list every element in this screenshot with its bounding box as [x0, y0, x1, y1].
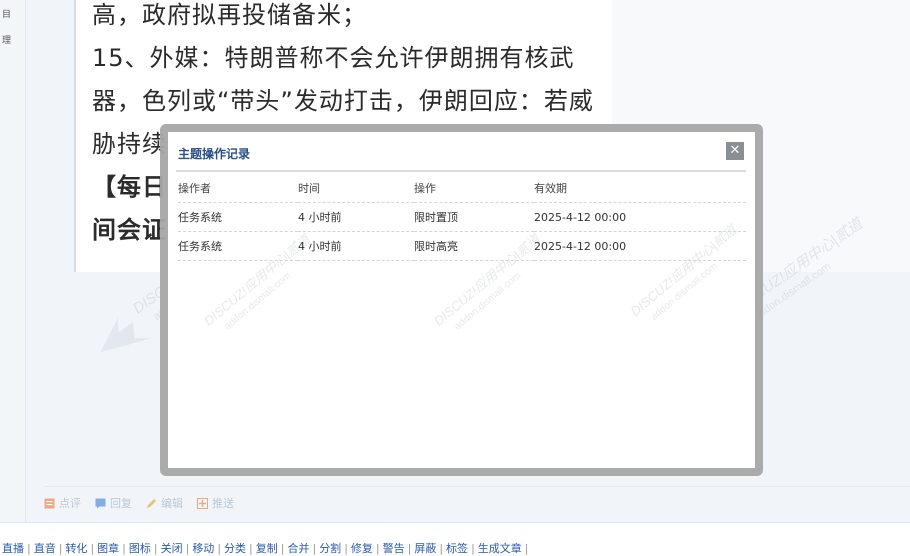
post-line: 器，色列或“带头”发动打击，伊朗回应：若威	[92, 87, 594, 115]
post-line: 高，政府拟再投储备米；	[92, 1, 367, 29]
table-cell: 任务系统	[178, 202, 298, 232]
reply-button[interactable]: 回复	[95, 495, 132, 511]
comment-label: 点评	[59, 497, 81, 510]
table-header-row: 操作者 时间 操作 有效期	[178, 174, 746, 203]
reply-label: 回复	[110, 497, 132, 510]
title-divider	[176, 170, 746, 172]
watermark-text: addon.dismall.com	[452, 270, 523, 332]
column-header: 操作者	[178, 174, 298, 203]
push-label: 推送	[212, 497, 234, 510]
thread-log-dialog: 主题操作记录 ✕ DISCUZ!应用中心|贰道 addon.dismall.co…	[168, 132, 755, 468]
watermark-text: addon.dismall.com	[649, 261, 720, 323]
operation-log-table: 操作者 时间 操作 有效期 任务系统 4 小时前 限时置顶 2025-4-12 …	[178, 174, 746, 261]
post-action-bar: 点评 回复 编辑 推送	[44, 494, 234, 512]
column-header: 操作	[414, 174, 534, 203]
table-cell: 2025-4-12 00:00	[534, 231, 746, 261]
edit-label: 编辑	[161, 497, 183, 510]
pencil-icon	[147, 498, 156, 508]
table-cell: 限时置顶	[414, 202, 534, 232]
post-line: 15、外媒：特朗普称不会允许伊朗拥有核武	[92, 44, 575, 72]
push-icon	[197, 497, 208, 509]
table-row: 任务系统 4 小时前 限时置顶 2025-4-12 00:00	[178, 202, 746, 232]
moderation-links: 直播 | 直音 | 转化 | 图章 | 图标 | 关闭 | 移动 | 分类 | 复制 | 合并 | 分割 | 修复 | 警告 | 屏…	[2, 540, 532, 556]
table-cell: 限时高亮	[414, 231, 534, 261]
watermark-text: addon.dismall.com	[222, 270, 293, 332]
column-header: 有效期	[534, 174, 746, 203]
table-cell: 4 小时前	[298, 231, 414, 261]
comment-icon	[44, 498, 55, 508]
reply-icon	[95, 498, 106, 508]
column-header: 时间	[298, 174, 414, 203]
table-row: 任务系统 4 小时前 限时高亮 2025-4-12 00:00	[178, 231, 746, 261]
post-divider	[44, 486, 910, 487]
table-cell: 4 小时前	[298, 202, 414, 232]
sidebar-text-a: 目	[2, 10, 12, 20]
table-cell: 任务系统	[178, 231, 298, 261]
table-cell: 2025-4-12 00:00	[534, 202, 746, 232]
comment-button[interactable]: 点评	[44, 495, 81, 511]
moderation-toolbar: 直播 | 直音 | 转化 | 图章 | 图标 | 关闭 | 移动 | 分类 | 复制 | 合并 | 分割 | 修复 | 警告 | 屏…	[0, 522, 910, 555]
close-button[interactable]: ✕	[726, 142, 744, 160]
edit-button[interactable]: 编辑	[146, 495, 183, 511]
close-icon: ✕	[729, 143, 741, 158]
dialog-title: 主题操作记录	[178, 147, 251, 161]
sidebar-text-b: 理	[2, 36, 12, 46]
left-sidebar-strip: 目 理	[0, 0, 26, 522]
push-button[interactable]: 推送	[197, 495, 234, 511]
